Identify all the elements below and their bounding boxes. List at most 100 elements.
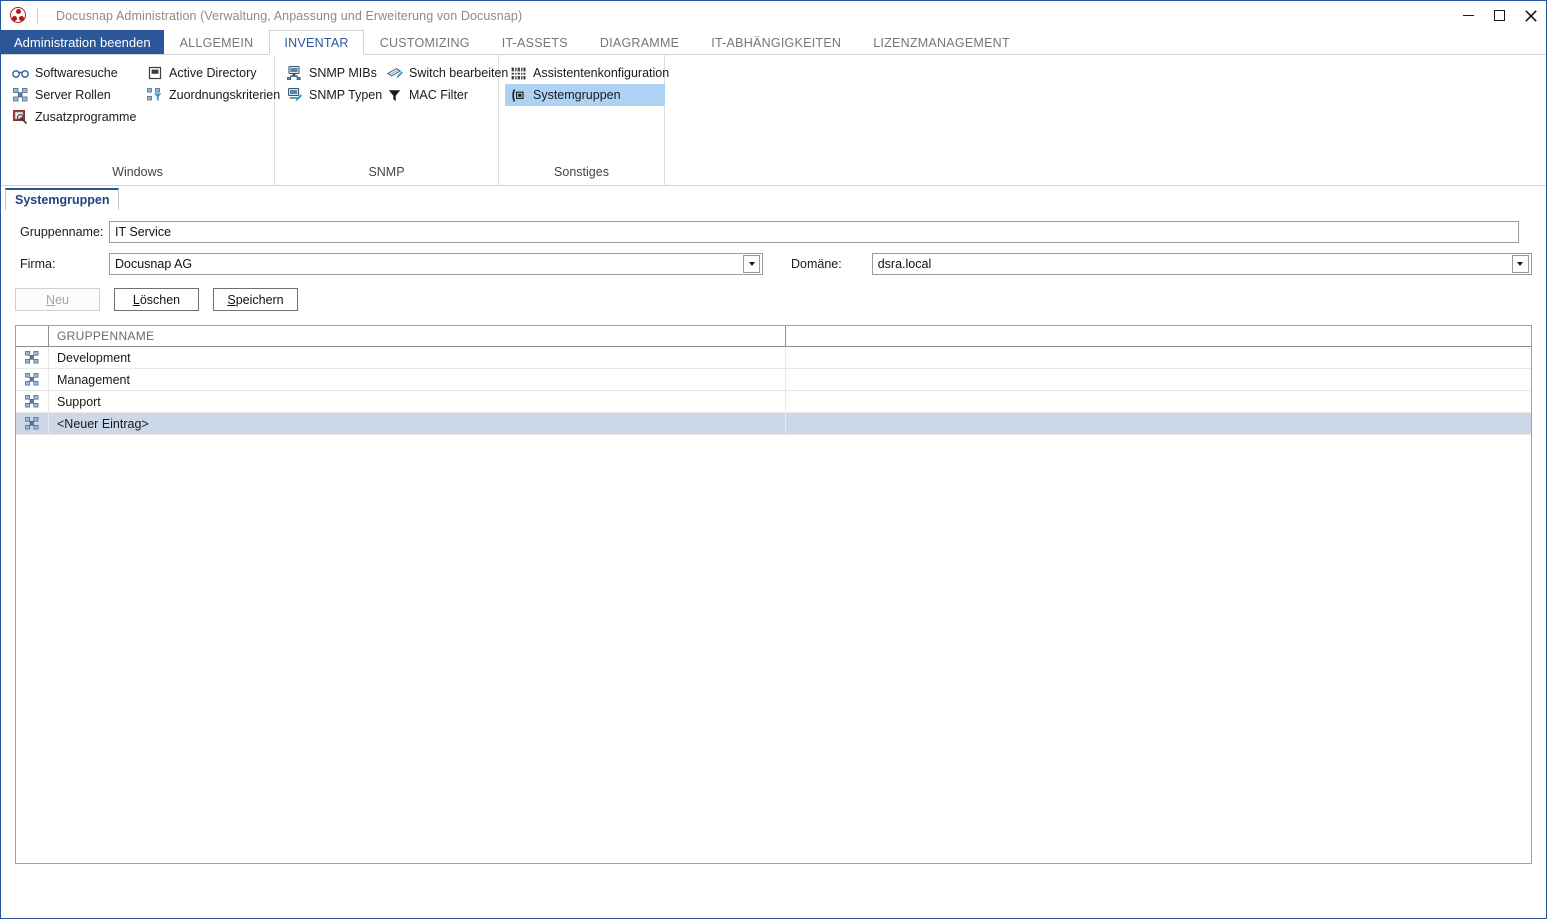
row-icon-cell	[16, 391, 49, 412]
table-row[interactable]: Management	[16, 369, 1531, 391]
cell-blank	[786, 369, 1531, 390]
ribbon-group-label-snmp: SNMP	[368, 165, 405, 179]
chevron-down-icon[interactable]	[743, 255, 760, 273]
cell-gruppenname: Support	[49, 391, 786, 412]
ribbon-item-server-rollen[interactable]: Server Rollen	[7, 84, 141, 106]
grid-header-gruppenname[interactable]: GRUPPENNAME	[49, 326, 786, 346]
ribbon-item-label: Switch bearbeiten	[409, 66, 509, 80]
ribbon-item-snmp-typen[interactable]: SNMP Typen	[281, 84, 383, 106]
gruppenname-input[interactable]: IT Service	[109, 221, 1519, 243]
cell-blank	[786, 347, 1531, 368]
page-tab-systemgruppen[interactable]: Systemgruppen	[5, 188, 120, 211]
ribbon-tab-bar: Administration beenden ALLGEMEIN INVENTA…	[1, 30, 1546, 55]
ribbon-tab-lizenzmanagement[interactable]: LIZENZMANAGEMENT	[857, 30, 1026, 54]
table-row[interactable]: Development	[16, 347, 1531, 369]
table-row[interactable]: Support	[16, 391, 1531, 413]
grid-header-row: GRUPPENNAME	[16, 326, 1531, 347]
ribbon-item-label: Assistentenkonfiguration	[533, 66, 670, 80]
table-row[interactable]: <Neuer Eintrag>	[16, 413, 1531, 435]
ribbon-tab-diagramme[interactable]: DIAGRAMME	[584, 30, 695, 54]
ribbon-item-snmp-mibs[interactable]: SNMP MIBs	[281, 62, 381, 84]
row-icon-cell	[16, 413, 49, 434]
cell-gruppenname: <Neuer Eintrag>	[49, 413, 786, 434]
cell-gruppenname: Management	[49, 369, 786, 390]
ribbon-tab-customizing[interactable]: CUSTOMIZING	[364, 30, 486, 54]
ribbon-tab-inventar[interactable]: INVENTAR	[269, 30, 364, 55]
wizard-config-icon	[510, 65, 527, 81]
ribbon-item-zusatzprogramme[interactable]: Zusatzprogramme	[7, 106, 141, 128]
row-icon-cell	[16, 347, 49, 368]
ribbon-item-label: SNMP MIBs	[309, 66, 377, 80]
system-group-row-icon	[25, 373, 39, 386]
ribbon-group-sonstiges-col1: Assistentenkonfiguration Systemgruppen	[505, 62, 669, 165]
system-group-row-icon	[25, 417, 39, 430]
cell-blank	[786, 413, 1531, 434]
ribbon-tab-it-assets[interactable]: IT-ASSETS	[486, 30, 584, 54]
grid-header-blank[interactable]	[786, 326, 1531, 346]
ribbon-panel: Softwaresuche Server Rollen Zusatzprogra…	[1, 55, 1546, 186]
form-button-bar: Neu Löschen Speichern	[1, 285, 1546, 311]
ribbon-item-label: Zuordnungskriterien	[169, 88, 281, 102]
extra-programs-icon	[12, 109, 29, 125]
system-group-row-icon	[25, 351, 39, 364]
systemgroup-form: Gruppenname: IT Service Firma: Docusnap …	[1, 211, 1546, 285]
ribbon-group-label-windows: Windows	[112, 165, 163, 179]
glasses-icon	[12, 65, 29, 81]
snmp-mibs-icon	[286, 65, 303, 81]
ribbon-item-systemgruppen[interactable]: Systemgruppen	[505, 84, 665, 106]
system-group-row-icon	[25, 395, 39, 408]
active-directory-icon	[146, 65, 163, 81]
ribbon-item-switch-bearbeiten[interactable]: Switch bearbeiten	[381, 62, 508, 84]
ribbon-item-label: SNMP Typen	[309, 88, 383, 102]
window-controls	[1453, 1, 1546, 30]
ribbon-item-softwaresuche[interactable]: Softwaresuche	[7, 62, 141, 84]
backstage-tab-administration-beenden[interactable]: Administration beenden	[1, 30, 164, 54]
ribbon-group-label-sonstiges: Sonstiges	[554, 165, 609, 179]
domaene-combobox[interactable]: dsra.local	[871, 253, 1532, 275]
ribbon-item-active-directory[interactable]: Active Directory	[141, 62, 275, 84]
page-tab-bar: Systemgruppen	[1, 186, 1546, 211]
ribbon-group-windows: Softwaresuche Server Rollen Zusatzprogra…	[1, 55, 280, 185]
loeschen-button[interactable]: Löschen	[114, 288, 199, 311]
ribbon-item-assistentenkonfiguration[interactable]: Assistentenkonfiguration	[505, 62, 669, 84]
ribbon-group-snmp: SNMP MIBs SNMP Typen Switch bearbeiten M…	[275, 55, 508, 185]
firma-combobox[interactable]: Docusnap AG	[109, 253, 763, 275]
filter-icon	[386, 87, 403, 103]
ribbon-group-windows-col1: Softwaresuche Server Rollen Zusatzprogra…	[7, 62, 141, 165]
assignment-criteria-icon	[146, 87, 163, 103]
neu-button[interactable]: Neu	[15, 288, 100, 311]
ribbon-tab-it-abhaengigkeiten[interactable]: IT-ABHÄNGIGKEITEN	[695, 30, 857, 54]
speichern-button[interactable]: Speichern	[213, 288, 298, 311]
ribbon-group-windows-col2: Active Directory Zuordnungskriterien	[141, 62, 280, 165]
minimize-icon[interactable]	[1453, 1, 1484, 30]
ribbon-group-snmp-col2: Switch bearbeiten MAC Filter	[381, 62, 508, 165]
docusnap-logo-icon	[10, 7, 27, 24]
switch-edit-icon	[386, 65, 403, 81]
ribbon-item-label: Active Directory	[169, 66, 257, 80]
cell-blank	[786, 391, 1531, 412]
cell-gruppenname: Development	[49, 347, 786, 368]
domaene-value: dsra.local	[877, 257, 932, 271]
ribbon-item-zuordnungskriterien[interactable]: Zuordnungskriterien	[141, 84, 280, 106]
snmp-types-icon	[286, 87, 303, 103]
chevron-down-icon[interactable]	[1511, 255, 1529, 273]
domaene-label: Domäne:	[791, 257, 842, 271]
maximize-icon[interactable]	[1484, 1, 1515, 30]
firma-label: Firma:	[20, 257, 56, 271]
form-row-gruppenname: Gruppenname: IT Service	[15, 221, 1532, 243]
ribbon-group-sonstiges: Assistentenkonfiguration Systemgruppen S…	[499, 55, 669, 185]
close-icon[interactable]	[1515, 1, 1546, 30]
ribbon-item-label: Zusatzprogramme	[35, 110, 137, 124]
ribbon-item-label: Systemgruppen	[533, 88, 621, 102]
application-window: Docusnap Administration (Verwaltung, Anp…	[0, 0, 1547, 919]
ribbon-tab-allgemein[interactable]: ALLGEMEIN	[164, 30, 270, 54]
ribbon-group-snmp-col1: SNMP MIBs SNMP Typen	[281, 62, 383, 165]
grid-header-icon-column	[16, 326, 49, 346]
gruppenname-label: Gruppenname:	[20, 225, 104, 239]
ribbon-item-label: Softwaresuche	[35, 66, 118, 80]
content-area: Systemgruppen Gruppenname: IT Service Fi…	[1, 186, 1546, 918]
ribbon-item-mac-filter[interactable]: MAC Filter	[381, 84, 496, 106]
server-roles-icon	[12, 87, 29, 103]
firma-value: Docusnap AG	[115, 257, 193, 271]
window-title: Docusnap Administration (Verwaltung, Anp…	[56, 8, 523, 23]
